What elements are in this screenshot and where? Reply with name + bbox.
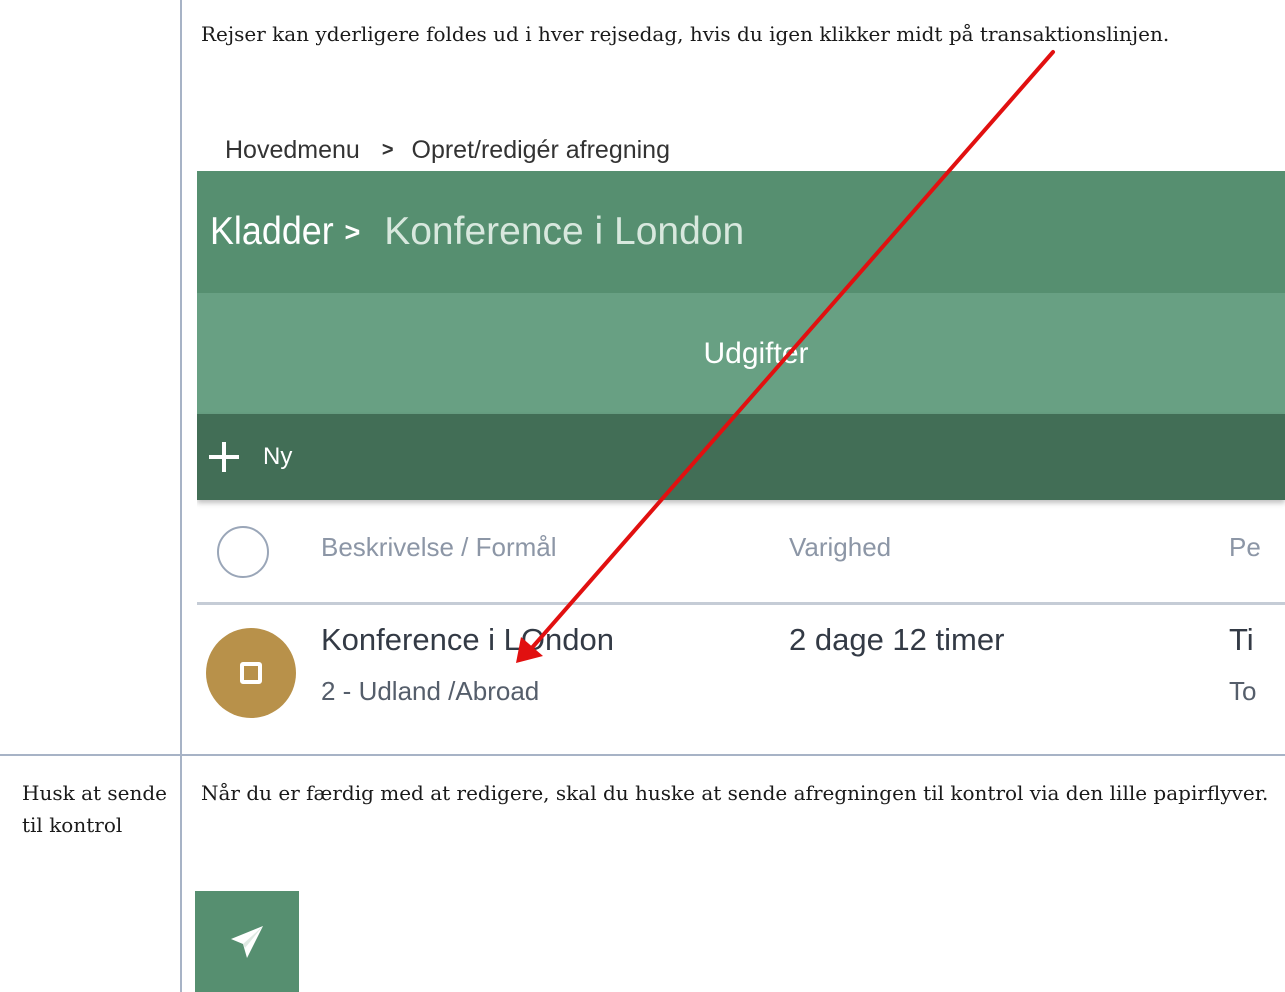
square-icon: [240, 662, 262, 684]
breadcrumb: Hovedmenu > Opret/redigér afregning: [225, 130, 670, 170]
new-button[interactable]: Ny: [263, 443, 292, 471]
row-period: Ti: [1229, 622, 1254, 657]
instruction-paragraph: Rejser kan yderligere foldes ud i hver r…: [201, 22, 1170, 46]
row-duration: 2 dage 12 timer: [789, 622, 1005, 657]
title-bar: Kladder > Konference i London: [197, 171, 1285, 293]
title-main[interactable]: Kladder: [210, 210, 334, 254]
row-category: 2 - Udland /Abroad: [321, 676, 540, 706]
table-border-left-column: [180, 0, 182, 992]
breadcrumb-home[interactable]: Hovedmenu: [225, 136, 360, 165]
table-row[interactable]: Konference i LOndon 2 - Udland /Abroad 2…: [197, 605, 1285, 752]
column-header-description[interactable]: Beskrivelse / Formål: [321, 532, 557, 563]
paper-plane-icon: [231, 925, 263, 958]
plus-icon[interactable]: [209, 442, 239, 472]
action-bar: Ny: [197, 414, 1285, 500]
column-header-duration[interactable]: Varighed: [789, 532, 891, 563]
app-screenshot: Hovedmenu > Opret/redigér afregning Klad…: [197, 120, 1285, 752]
send-instruction-paragraph: Når du er færdig med at redigere, skal d…: [201, 781, 1269, 805]
row-period-sub: To: [1229, 676, 1257, 706]
breadcrumb-current: Opret/redigér afregning: [411, 135, 670, 164]
select-all-checkbox[interactable]: [217, 526, 269, 578]
row-description: Konference i LOndon: [321, 622, 614, 657]
column-header-period[interactable]: Pe: [1229, 532, 1261, 563]
row-label-send-to-control: Husk at sende til kontrol: [22, 781, 167, 837]
page-title: Konference i London: [384, 210, 745, 253]
list-header: Beskrivelse / Formål Varighed Pe: [197, 500, 1285, 605]
row-select-avatar[interactable]: [206, 628, 296, 718]
send-button[interactable]: [195, 891, 299, 992]
table-border-row-divider: [0, 754, 1285, 756]
breadcrumb-separator: >: [381, 138, 394, 161]
title-separator: >: [344, 216, 361, 247]
tab-expenses[interactable]: Udgifter: [703, 337, 808, 371]
tab-bar: Udgifter: [197, 293, 1285, 414]
